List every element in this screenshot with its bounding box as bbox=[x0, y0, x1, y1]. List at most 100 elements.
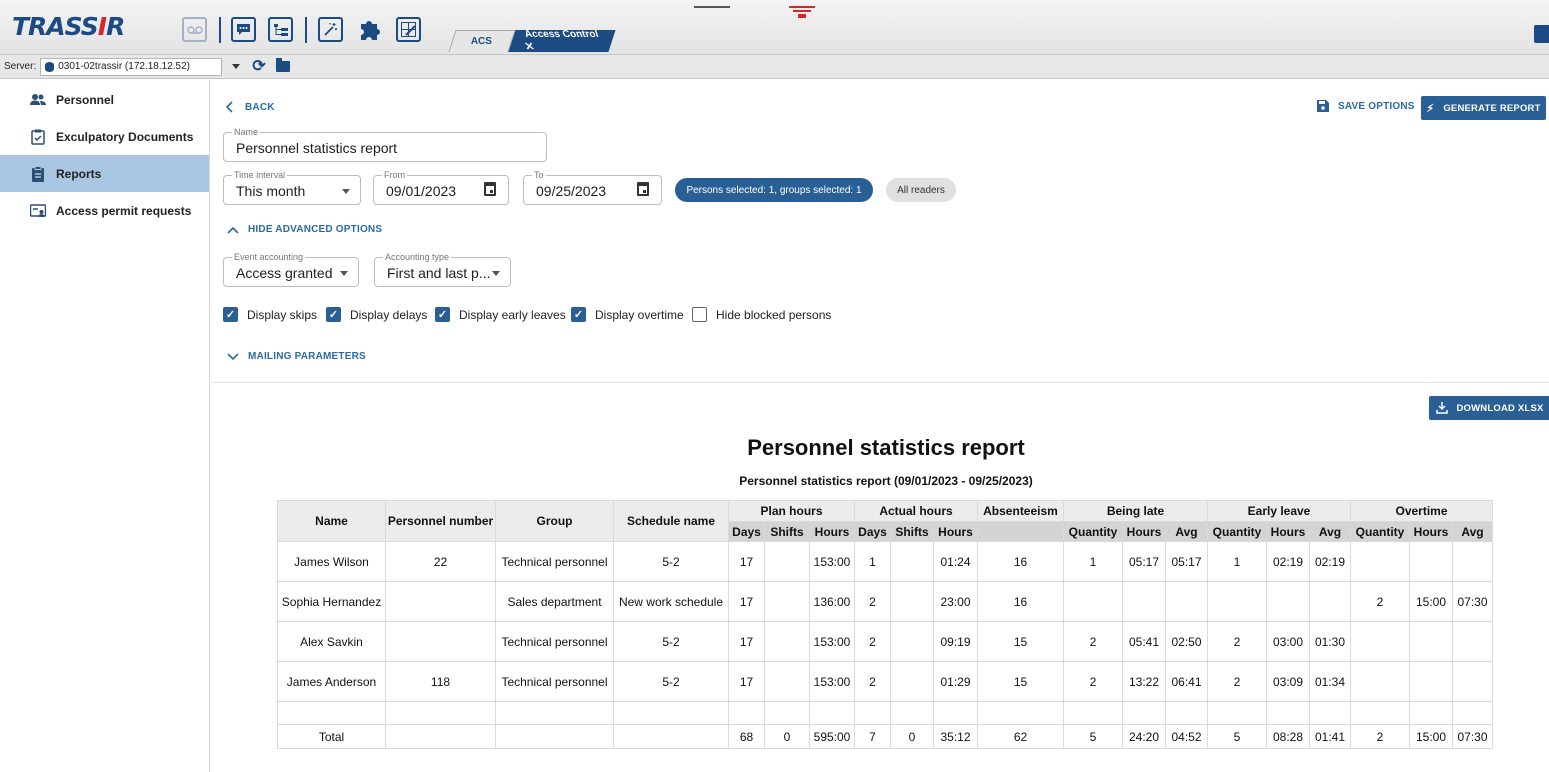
table-cell: 08:28 bbox=[1266, 724, 1310, 749]
table-cell bbox=[1165, 581, 1208, 622]
table-cell bbox=[1207, 701, 1267, 725]
magic-wand-icon[interactable] bbox=[318, 17, 343, 42]
sidebar-item-access-permit-requests[interactable]: Access permit requests bbox=[0, 192, 209, 229]
hide-advanced-options-toggle[interactable]: HIDE ADVANCED OPTIONS bbox=[227, 224, 382, 235]
tab-access-control-label: Access Control bbox=[523, 29, 601, 40]
checkbox-checked-icon: ✓ bbox=[571, 307, 586, 322]
folder-icon[interactable] bbox=[276, 58, 291, 72]
sub-header-cell: Avg bbox=[1165, 521, 1208, 542]
table-cell: 16 bbox=[977, 541, 1064, 582]
table-cell bbox=[728, 701, 765, 725]
tab-acs[interactable]: ACS bbox=[448, 30, 516, 52]
server-value: 0301-02trassir (172.18.12.52) bbox=[58, 61, 190, 72]
sidebar-item-exculpatory-documents[interactable]: Exculpatory Documents bbox=[0, 118, 209, 155]
sidebar-item-personnel[interactable]: Personnel bbox=[0, 81, 209, 118]
refresh-icon[interactable]: ⟳ bbox=[252, 58, 268, 75]
table-cell bbox=[764, 621, 810, 662]
voicemail-icon[interactable] bbox=[182, 17, 207, 42]
alarm-indicator-icon[interactable] bbox=[789, 6, 815, 18]
hide-blocked-persons-checkbox[interactable]: Hide blocked persons bbox=[692, 307, 831, 322]
table-cell: Sophia Hernandez bbox=[277, 581, 386, 622]
event-accounting-select[interactable]: Event accounting Access granted bbox=[223, 251, 359, 287]
table-cell: 06:41 bbox=[1165, 661, 1208, 702]
display-skips-checkbox[interactable]: ✓ Display skips bbox=[223, 307, 317, 322]
table-row: James Anderson 118 Technical personnel 5-2 1… bbox=[277, 661, 1493, 702]
server-dropdown-button[interactable] bbox=[222, 58, 250, 76]
report-table-body: James Wilson 22 Technical personnel 5-2 17 15… bbox=[277, 541, 1493, 749]
sub-header-cell: Avg bbox=[1452, 521, 1493, 542]
table-cell bbox=[1122, 581, 1166, 622]
display-early-leaves-checkbox[interactable]: ✓ Display early leaves bbox=[435, 307, 566, 322]
generate-report-button[interactable]: ⚡︎ GENERATE REPORT bbox=[1421, 96, 1546, 120]
tab-access-control[interactable]: Access Control ✕ bbox=[508, 29, 616, 53]
mailing-parameters-label: MAILING PARAMETERS bbox=[248, 351, 366, 362]
server-bar: Server: 0301-02trassir (172.18.12.52) ⟳ bbox=[0, 55, 1549, 79]
table-cell: 5 bbox=[1207, 724, 1267, 749]
table-cell bbox=[933, 701, 978, 725]
checkbox-label: Display overtime bbox=[595, 307, 684, 322]
table-cell: 2 bbox=[1207, 661, 1267, 702]
sub-header-cell: Shifts bbox=[890, 521, 934, 542]
save-options-button[interactable]: SAVE OPTIONS bbox=[1317, 100, 1415, 112]
accounting-type-select[interactable]: Accounting type First and last p... bbox=[374, 251, 511, 287]
table-cell: 01:30 bbox=[1309, 621, 1351, 662]
from-date-field[interactable]: From 09/01/2023 bbox=[373, 169, 509, 205]
table-cell bbox=[764, 541, 810, 582]
table-cell: 1 bbox=[1207, 541, 1267, 582]
table-cell bbox=[1063, 581, 1123, 622]
top-toolbar: TRASSIR ACS Access Control ✕ bbox=[0, 0, 1549, 55]
sidebar-item-reports[interactable]: Reports bbox=[0, 155, 209, 192]
tree-structure-icon[interactable] bbox=[268, 17, 293, 42]
chevron-down-icon bbox=[492, 271, 500, 276]
table-cell bbox=[1266, 581, 1310, 622]
chevron-down-icon bbox=[232, 64, 241, 69]
close-icon[interactable]: ✕ bbox=[523, 40, 601, 53]
table-cell: Total bbox=[277, 724, 386, 749]
back-button[interactable]: BACK bbox=[225, 101, 275, 113]
name-field-value: Personnel statistics report bbox=[236, 140, 398, 156]
table-cell bbox=[385, 581, 496, 622]
server-select[interactable]: 0301-02trassir (172.18.12.52) bbox=[40, 57, 223, 76]
main-content: BACK SAVE OPTIONS ⚡︎ GENERATE REPORT Nam… bbox=[211, 80, 1549, 772]
calendar-icon[interactable] bbox=[484, 182, 496, 196]
name-field[interactable]: Name Personnel statistics report bbox=[223, 126, 547, 162]
table-cell bbox=[1165, 701, 1208, 725]
mailing-parameters-toggle[interactable]: MAILING PARAMETERS bbox=[227, 351, 366, 362]
table-cell bbox=[890, 581, 934, 622]
from-value: 09/01/2023 bbox=[386, 183, 457, 199]
sub-header-cell: Quantity bbox=[1350, 521, 1410, 542]
table-cell bbox=[854, 701, 891, 725]
display-delays-checkbox[interactable]: ✓ Display delays bbox=[326, 307, 427, 322]
time-interval-select[interactable]: Time interval This month bbox=[223, 169, 361, 205]
save-icon bbox=[1317, 100, 1329, 112]
download-xlsx-label: DOWNLOAD XLSX bbox=[1456, 402, 1544, 414]
hide-advanced-label: HIDE ADVANCED OPTIONS bbox=[248, 224, 383, 235]
header-schedule-name: Schedule name bbox=[613, 500, 729, 542]
readers-chip[interactable]: All readers bbox=[886, 178, 956, 202]
table-cell bbox=[1452, 701, 1493, 725]
sub-header-cell bbox=[977, 521, 1064, 542]
table-cell: 17 bbox=[728, 541, 765, 582]
lightning-icon: ⚡︎ bbox=[1426, 102, 1435, 115]
header-name: Name bbox=[277, 500, 386, 542]
calendar-icon[interactable] bbox=[637, 182, 649, 196]
layout-edit-icon[interactable] bbox=[396, 17, 421, 42]
table-cell bbox=[890, 621, 934, 662]
table-cell: 02:19 bbox=[1309, 541, 1351, 582]
persons-selected-chip[interactable]: Persons selected: 1, groups selected: 1 bbox=[675, 178, 873, 202]
table-cell: 02:19 bbox=[1266, 541, 1310, 582]
status-indicator bbox=[694, 6, 730, 8]
table-cell bbox=[1207, 581, 1267, 622]
table-cell: Sales department bbox=[495, 581, 614, 622]
download-xlsx-button[interactable]: DOWNLOAD XLSX bbox=[1429, 396, 1549, 420]
table-cell: 05:17 bbox=[1122, 541, 1166, 582]
message-icon[interactable] bbox=[231, 17, 256, 42]
table-cell: James Wilson bbox=[277, 541, 386, 582]
puzzle-icon[interactable] bbox=[357, 17, 382, 42]
display-overtime-checkbox[interactable]: ✓ Display overtime bbox=[571, 307, 684, 322]
camera-icon[interactable] bbox=[1534, 25, 1549, 43]
table-cell: 02:50 bbox=[1165, 621, 1208, 662]
to-date-field[interactable]: To 09/25/2023 bbox=[523, 169, 662, 205]
table-cell: 15 bbox=[977, 661, 1064, 702]
save-options-label: SAVE OPTIONS bbox=[1338, 100, 1415, 112]
